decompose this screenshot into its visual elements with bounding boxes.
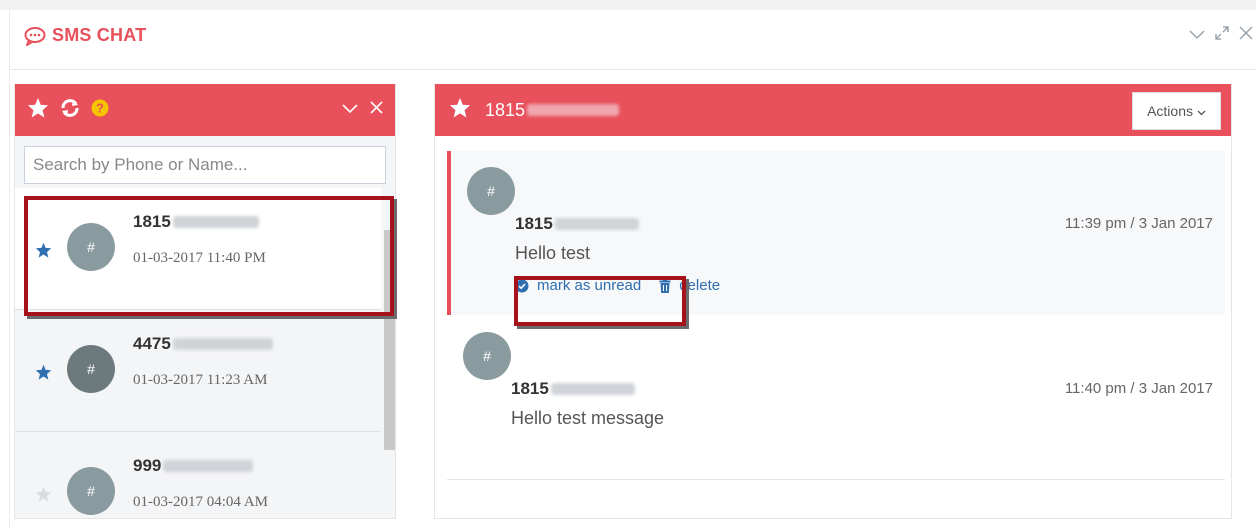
chat-bubble-icon (24, 26, 46, 46)
conversation-phone: 1815 (485, 99, 620, 121)
contact-date: 01-03-2017 11:40 PM (133, 250, 266, 266)
message-sender-prefix: 1815 (511, 379, 549, 398)
contact-list-scrollbar[interactable] (381, 188, 395, 518)
scrollbar-thumb[interactable] (384, 230, 395, 450)
contact-phone-prefix: 999 (133, 456, 162, 475)
redacted-number (550, 383, 635, 395)
contacts-panel-header: ? (15, 84, 395, 136)
message-sender: 1815 (515, 214, 639, 234)
close-icon[interactable] (370, 101, 383, 119)
avatar: # (67, 467, 115, 515)
contact-list: # 1815 01-03-2017 11:40 PM # 4475 01-03-… (15, 188, 395, 518)
search-input[interactable] (24, 146, 386, 184)
app-header: SMS CHAT (10, 10, 1256, 70)
chevron-down-icon[interactable] (1189, 27, 1205, 45)
star-icon[interactable] (27, 97, 49, 123)
delete-label: delete (679, 277, 721, 294)
message-time: 11:39 pm / 3 Jan 2017 (1064, 215, 1213, 232)
star-icon[interactable] (35, 364, 52, 385)
message-time: 11:40 pm / 3 Jan 2017 (1064, 380, 1213, 397)
redacted-number (554, 218, 639, 230)
chevron-down-icon[interactable] (342, 101, 358, 119)
search-wrapper (15, 136, 395, 188)
conversation-phone-prefix: 1815 (485, 99, 526, 120)
avatar: # (467, 167, 515, 215)
delete-link[interactable]: delete (659, 277, 720, 294)
top-strip (0, 0, 1256, 10)
contact-item[interactable]: # 1815 01-03-2017 11:40 PM (15, 188, 395, 310)
contact-item[interactable]: # 999 01-03-2017 04:04 AM (15, 432, 395, 518)
star-icon[interactable] (449, 97, 471, 123)
contact-phone: 999 (133, 456, 254, 476)
message-item: # 1815 11:40 pm / 3 Jan 2017 Hello test … (447, 316, 1225, 480)
trash-icon (659, 278, 671, 293)
redacted-number (527, 104, 620, 116)
contacts-panel: ? # 1815 01-03-2017 11:40 PM # 4475 01-0… (14, 84, 396, 519)
contact-date: 01-03-2017 11:23 AM (133, 372, 268, 388)
chevron-down-icon (1197, 103, 1206, 119)
message-text: Hello test (515, 243, 591, 263)
check-circle-icon (515, 279, 529, 293)
message-sender: 1815 (511, 379, 635, 399)
refresh-icon[interactable] (59, 98, 81, 123)
actions-dropdown-button[interactable]: Actions (1132, 92, 1221, 130)
avatar: # (67, 345, 115, 393)
svg-text:?: ? (96, 100, 104, 115)
conversation-header: 1815 Actions (435, 84, 1231, 136)
mark-as-unread-label: mark as unread (537, 277, 642, 294)
app-title-text: SMS CHAT (52, 25, 147, 45)
conversation-panel: 1815 Actions # 1815 11:39 pm / 3 Jan 201… (434, 84, 1232, 519)
mark-as-unread-link[interactable]: mark as unread (515, 277, 641, 294)
message-text: Hello test message (511, 408, 665, 428)
close-icon[interactable] (1239, 26, 1253, 45)
contact-date: 01-03-2017 04:04 AM (133, 494, 268, 510)
avatar: # (463, 332, 511, 380)
contact-phone: 1815 (133, 212, 259, 232)
expand-icon[interactable] (1215, 26, 1229, 45)
contacts-panel-controls (342, 101, 383, 119)
redacted-number (172, 338, 273, 350)
star-icon[interactable] (35, 242, 52, 263)
message-item: # 1815 11:39 pm / 3 Jan 2017 Hello test … (447, 151, 1225, 315)
star-icon[interactable] (35, 486, 52, 507)
message-actions: mark as unread delete (515, 277, 720, 294)
redacted-number (172, 216, 259, 228)
avatar: # (67, 223, 115, 271)
contact-item[interactable]: # 4475 01-03-2017 11:23 AM (15, 310, 395, 432)
help-icon[interactable]: ? (91, 99, 109, 122)
contact-phone-prefix: 4475 (133, 334, 171, 353)
window-controls (1189, 26, 1253, 45)
message-sender-prefix: 1815 (515, 214, 553, 233)
actions-label: Actions (1147, 103, 1193, 119)
redacted-number (163, 460, 254, 472)
app-title: SMS CHAT (24, 25, 146, 46)
contact-phone-prefix: 1815 (133, 212, 171, 231)
contact-phone: 4475 (133, 334, 273, 354)
